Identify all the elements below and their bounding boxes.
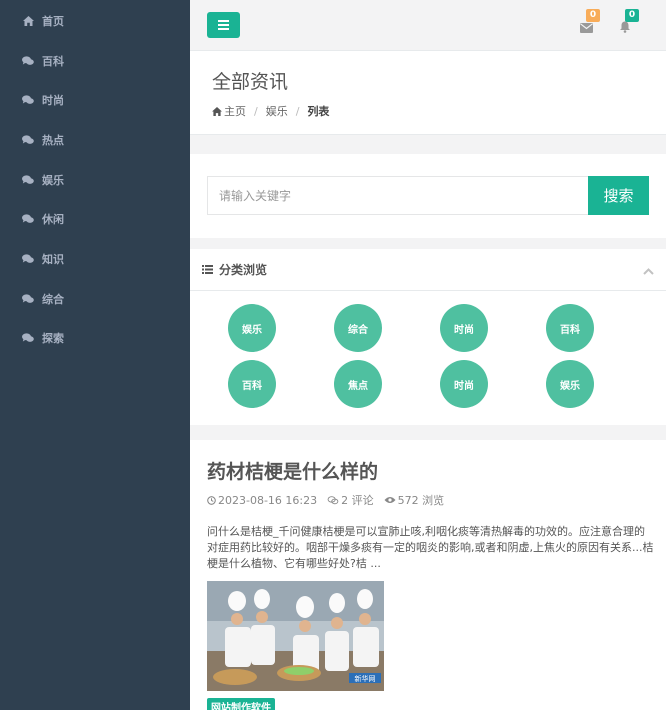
breadcrumb: 主页 / 娱乐 / 列表 xyxy=(212,103,666,119)
sidebar-item-label: 首页 xyxy=(42,14,64,28)
home-icon xyxy=(212,106,222,116)
main-content: 0 0 全部资讯 主页 / 娱乐 / 列表 搜索 分类浏览 xyxy=(190,0,666,710)
search-panel: 搜索 xyxy=(190,154,666,238)
category-circle[interactable]: 百科 xyxy=(228,360,276,408)
category-panel: 分类浏览 娱乐 综合 时尚 百科 百科 焦点 时尚 娱乐 xyxy=(190,249,666,425)
top-navbar: 0 0 xyxy=(190,0,666,51)
article-meta: 2023-08-16 16:23 2 评论 572 浏览 xyxy=(207,492,649,508)
sidebar-item-leisure[interactable]: 休闲 xyxy=(0,199,190,239)
category-circle[interactable]: 焦点 xyxy=(334,360,382,408)
breadcrumb-current: 列表 xyxy=(307,105,330,118)
comments-icon xyxy=(22,95,34,105)
image-watermark: 新华网 xyxy=(355,674,376,683)
list-icon xyxy=(202,263,213,277)
category-circle[interactable]: 综合 xyxy=(334,304,382,352)
article-excerpt: 问什么是桔梗_千问健康桔梗是可以宣肺止咳,利咽化痰等清热解毒的功效的。应注意合理… xyxy=(207,525,654,570)
sidebar-item-label: 知识 xyxy=(42,252,64,266)
category-circle[interactable]: 百科 xyxy=(546,304,594,352)
article-datetime: 2023-08-16 16:23 xyxy=(218,493,318,507)
category-circle[interactable]: 时尚 xyxy=(440,360,488,408)
comments-icon xyxy=(22,294,34,304)
comments-icon xyxy=(22,174,34,185)
comments-icon xyxy=(22,254,34,264)
sidebar-item-knowledge[interactable]: 知识 xyxy=(0,239,190,279)
article-comment-count: 2 评论 xyxy=(341,494,374,507)
category-grid: 娱乐 综合 时尚 百科 百科 焦点 时尚 娱乐 xyxy=(190,291,666,425)
sidebar-item-label: 休闲 xyxy=(42,213,64,227)
sidebar-item-fashion[interactable]: 时尚 xyxy=(0,80,190,120)
page-header: 全部资讯 主页 / 娱乐 / 列表 xyxy=(190,51,666,135)
article-title[interactable]: 药材桔梗是什么样的 xyxy=(207,457,649,484)
article-tag[interactable]: 网站制作软件 xyxy=(207,698,275,710)
search-button[interactable]: 搜索 xyxy=(588,176,649,215)
notification-count-badge: 0 xyxy=(625,9,639,22)
article-view-count: 572 浏览 xyxy=(397,494,445,507)
category-circle[interactable]: 时尚 xyxy=(440,304,488,352)
search-input[interactable] xyxy=(207,176,589,215)
sidebar-item-entertainment[interactable]: 娱乐 xyxy=(0,160,190,200)
sidebar: 首页 百科 时尚 热点 娱乐 休闲 知识 综合 探索 xyxy=(0,0,190,710)
category-panel-title: 分类浏览 xyxy=(219,263,268,277)
comments-icon xyxy=(22,333,34,343)
bell-icon xyxy=(620,21,630,33)
comments-icon xyxy=(22,135,34,145)
sidebar-item-general[interactable]: 综合 xyxy=(0,279,190,319)
article-card: 药材桔梗是什么样的 2023-08-16 16:23 2 评论 572 浏览 问… xyxy=(190,440,666,710)
comments-icon xyxy=(22,55,34,66)
collapse-chevron-up-icon[interactable] xyxy=(643,264,654,278)
breadcrumb-separator: / xyxy=(254,104,258,118)
sidebar-item-label: 娱乐 xyxy=(42,173,64,187)
category-circle[interactable]: 娱乐 xyxy=(228,304,276,352)
breadcrumb-category-link[interactable]: 娱乐 xyxy=(266,103,288,119)
messages-button[interactable]: 0 xyxy=(580,9,600,33)
sidebar-item-label: 百科 xyxy=(42,54,64,68)
breadcrumb-separator: / xyxy=(295,104,300,118)
notifications-button[interactable]: 0 xyxy=(619,9,639,33)
menu-toggle-button[interactable] xyxy=(207,12,240,38)
envelope-icon xyxy=(580,23,593,33)
hamburger-icon xyxy=(218,20,229,22)
page-title: 全部资讯 xyxy=(212,71,289,93)
message-count-badge: 0 xyxy=(586,9,600,22)
eye-icon xyxy=(384,497,396,503)
home-icon xyxy=(22,15,34,26)
sidebar-item-label: 热点 xyxy=(42,133,64,147)
sidebar-item-label: 探索 xyxy=(42,332,64,346)
category-circle[interactable]: 娱乐 xyxy=(546,360,594,408)
category-panel-header: 分类浏览 xyxy=(190,249,666,291)
comments-icon xyxy=(327,495,339,504)
article-thumbnail-image[interactable]: 新华网 xyxy=(207,581,384,691)
sidebar-item-home[interactable]: 首页 xyxy=(0,1,190,41)
clock-icon xyxy=(207,495,216,505)
breadcrumb-home-link[interactable]: 主页 xyxy=(224,103,246,119)
sidebar-item-label: 综合 xyxy=(42,292,64,306)
comments-icon xyxy=(22,214,34,224)
sidebar-item-hot[interactable]: 热点 xyxy=(0,120,190,160)
sidebar-item-explore[interactable]: 探索 xyxy=(0,319,190,359)
sidebar-item-label: 时尚 xyxy=(42,94,64,108)
sidebar-item-baike[interactable]: 百科 xyxy=(0,41,190,81)
